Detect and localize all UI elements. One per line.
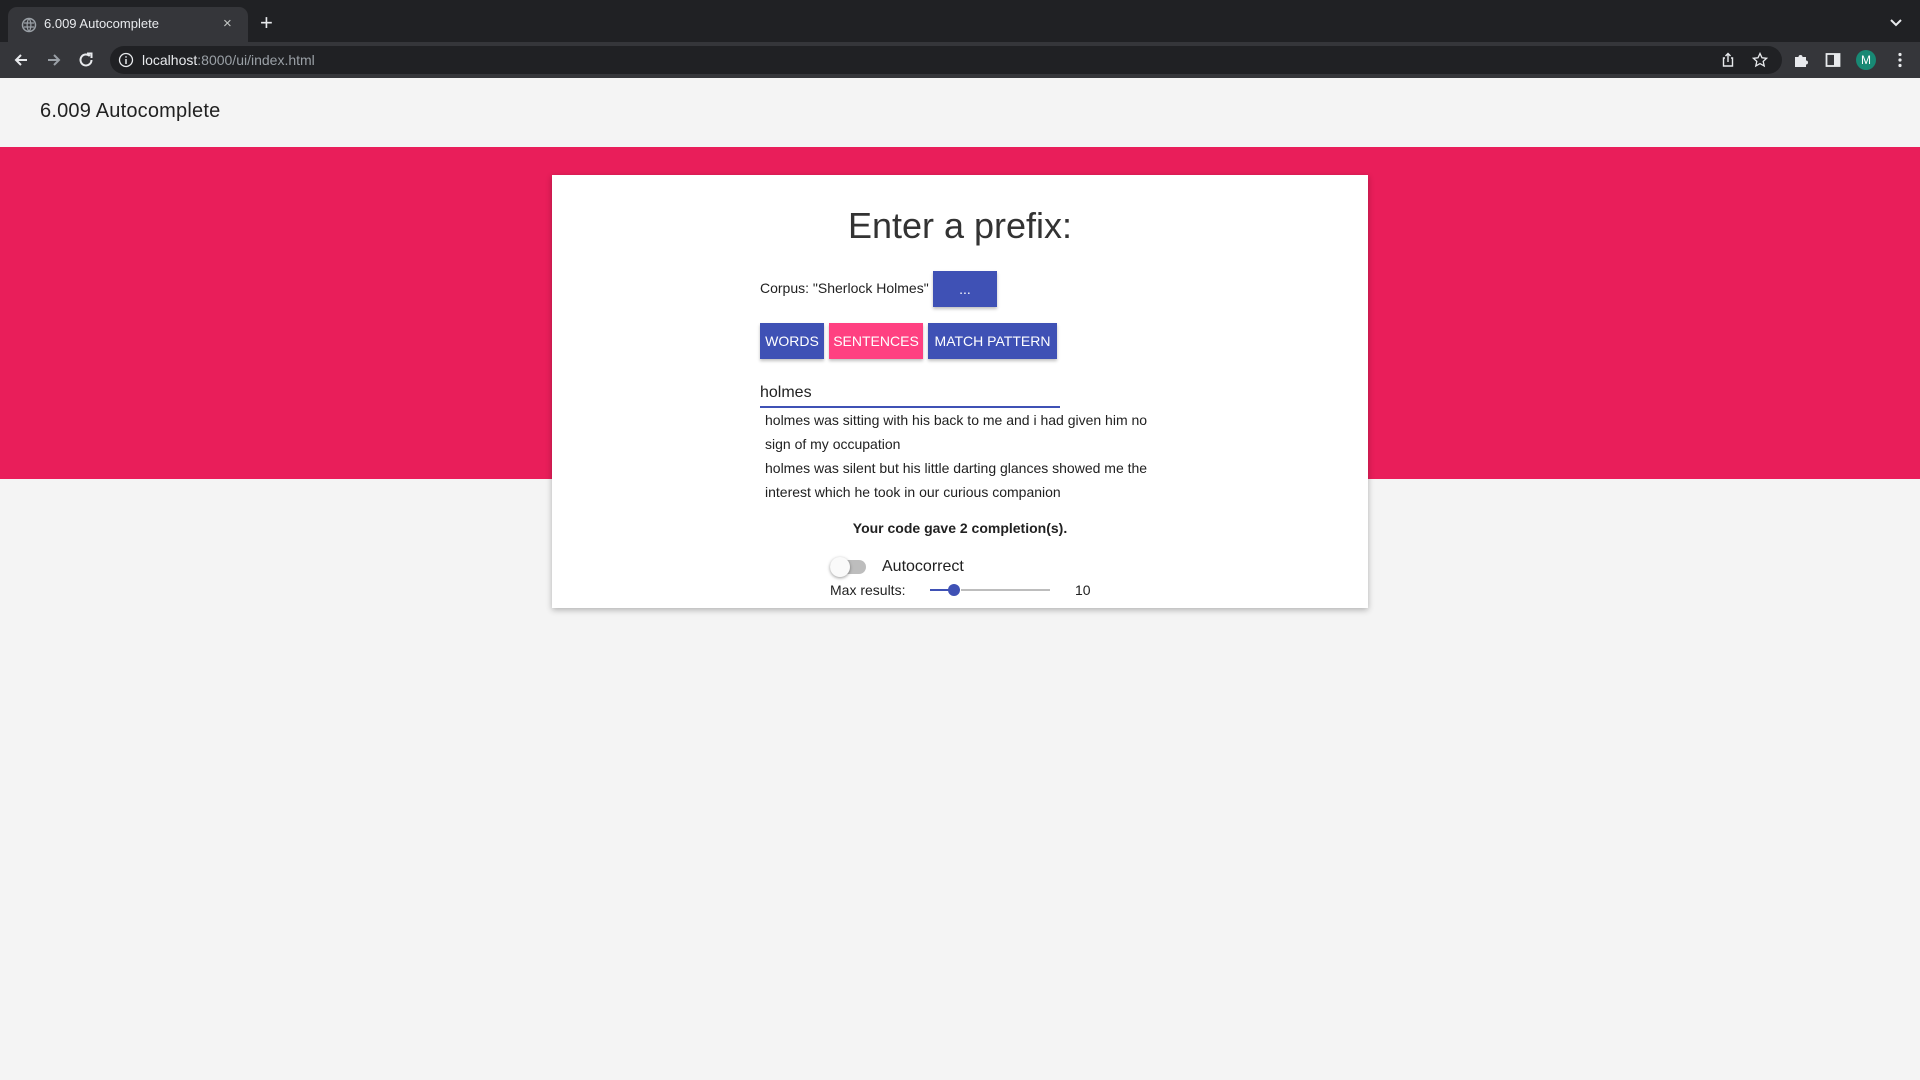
words-mode-button[interactable]: WORDS xyxy=(760,323,824,359)
url-text: localhost:8000/ui/index.html xyxy=(142,52,315,68)
back-arrow-icon[interactable] xyxy=(12,51,30,69)
slider-thumb[interactable] xyxy=(948,584,960,596)
corpus-label: Corpus: "Sherlock Holmes" xyxy=(760,280,929,296)
max-results-value: 10 xyxy=(1075,582,1091,598)
app-title: 6.009 Autocomplete xyxy=(40,100,221,122)
address-bar[interactable]: localhost:8000/ui/index.html xyxy=(110,46,1782,74)
chevron-down-icon[interactable] xyxy=(1888,14,1904,30)
puzzle-icon[interactable] xyxy=(1792,51,1810,69)
toggle-thumb[interactable] xyxy=(830,557,850,577)
url-host: localhost xyxy=(142,52,198,68)
share-icon[interactable] xyxy=(1720,52,1736,68)
completion-item: holmes was silent but his little darting… xyxy=(765,460,1148,500)
page-title: Enter a prefix: xyxy=(847,205,1073,246)
prefix-input[interactable] xyxy=(760,380,1060,408)
plus-icon[interactable]: + xyxy=(260,12,273,34)
profile-avatar[interactable]: M xyxy=(1856,50,1876,70)
forward-arrow-icon[interactable] xyxy=(45,51,63,69)
browser-tabstrip: 6.009 Autocomplete × + xyxy=(0,0,1920,42)
star-icon[interactable] xyxy=(1752,52,1768,68)
browser-tab[interactable]: 6.009 Autocomplete × xyxy=(8,7,248,42)
slider-track xyxy=(961,589,1050,591)
kebab-menu-icon[interactable] xyxy=(1892,51,1908,69)
tab-title: 6.009 Autocomplete xyxy=(44,16,159,31)
reload-icon[interactable] xyxy=(77,51,95,69)
autocorrect-label: Autocorrect xyxy=(882,558,964,575)
autocomplete-card: Enter a prefix: Corpus: "Sherlock Holmes… xyxy=(552,175,1368,608)
max-results-label: Max results: xyxy=(830,582,906,598)
globe-icon xyxy=(21,17,37,33)
autocorrect-toggle[interactable] xyxy=(830,557,866,577)
completion-count: Your code gave 2 completion(s). xyxy=(852,520,1068,536)
side-panel-icon[interactable] xyxy=(1824,51,1842,69)
max-results-slider[interactable] xyxy=(930,583,1050,597)
completion-item: holmes was sitting with his back to me a… xyxy=(765,412,1148,452)
close-icon[interactable]: × xyxy=(223,15,232,33)
completion-list: holmes was sitting with his back to me a… xyxy=(765,408,1165,504)
info-icon[interactable] xyxy=(118,52,134,68)
sentences-mode-button[interactable]: SENTENCES xyxy=(829,323,923,359)
app-bar: 6.009 Autocomplete xyxy=(0,78,1920,147)
match-pattern-mode-button[interactable]: MATCH PATTERN xyxy=(928,323,1057,359)
url-path: :8000/ui/index.html xyxy=(197,52,315,68)
browser-toolbar: localhost:8000/ui/index.html M xyxy=(0,42,1920,78)
corpus-select-button[interactable]: ... xyxy=(933,271,997,307)
